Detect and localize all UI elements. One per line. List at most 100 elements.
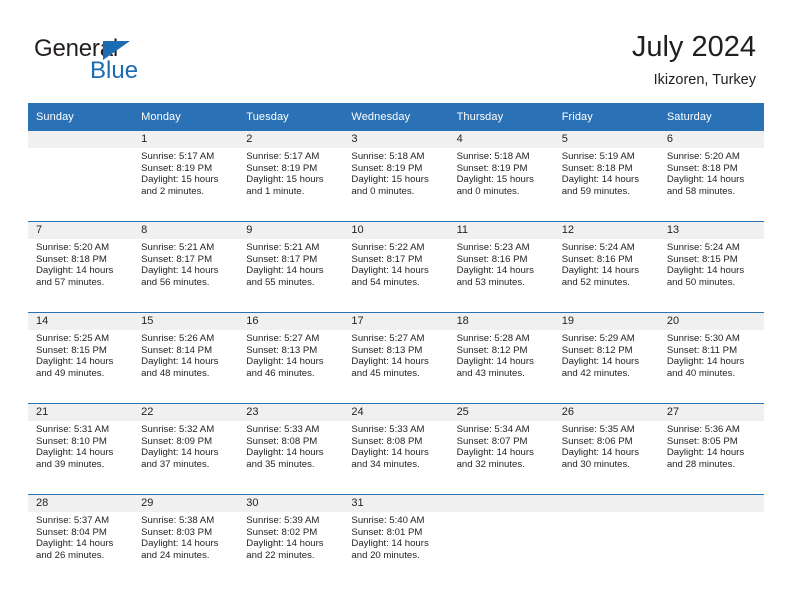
day-number: 24 — [343, 404, 449, 421]
sunrise-text: Sunrise: 5:31 AM — [36, 424, 110, 435]
day-cell[interactable] — [448, 494, 554, 585]
sunset-text: Sunset: 8:03 PM — [141, 526, 213, 538]
sunrise-text: Sunrise: 5:27 AM — [351, 333, 425, 344]
sunrise-text: Sunrise: 5:22 AM — [351, 242, 425, 253]
sunset-text: Sunset: 8:11 PM — [666, 344, 738, 356]
daylight-text-line1: Daylight: 14 hours — [351, 538, 429, 550]
sunset-text: Sunset: 8:16 PM — [456, 253, 528, 265]
day-cell[interactable]: 26 Sunrise: 5:35 AM Sunset: 8:06 PM Dayligh… — [553, 403, 659, 495]
sunset-text: Sunset: 8:12 PM — [561, 344, 633, 356]
day-cell[interactable]: 1 Sunrise: 5:17 AM Sunset: 8:19 PM Daylight… — [133, 131, 239, 222]
day-cell[interactable]: 5 Sunrise: 5:19 AM Sunset: 8:18 PM Daylight… — [553, 131, 659, 222]
week-row: 28 Sunrise: 5:37 AM Sunset: 8:04 PM Dayligh… — [28, 494, 764, 585]
daylight-text-line1: Daylight: 14 hours — [141, 447, 219, 459]
day-number: 16 — [238, 313, 344, 330]
day-cell[interactable]: 19 Sunrise: 5:29 AM Sunset: 8:12 PM Dayligh… — [553, 312, 659, 404]
week-row: 1 Sunrise: 5:17 AM Sunset: 8:19 PM Daylight… — [28, 131, 764, 222]
daylight-text-line1: Daylight: 14 hours — [666, 356, 745, 368]
weekday-header-tuesday: Tuesday — [238, 103, 344, 131]
daylight-text-line1: Daylight: 14 hours — [456, 356, 534, 368]
sunrise-text: Sunrise: 5:17 AM — [246, 151, 320, 162]
day-cell[interactable]: 11 Sunrise: 5:23 AM Sunset: 8:16 PM Dayligh… — [448, 221, 554, 313]
day-cell[interactable]: 3 Sunrise: 5:18 AM Sunset: 8:19 PM Daylight… — [343, 131, 449, 222]
day-cell[interactable]: 2 Sunrise: 5:17 AM Sunset: 8:19 PM Daylight… — [238, 131, 344, 222]
day-cell[interactable]: 9 Sunrise: 5:21 AM Sunset: 8:17 PM Daylight… — [238, 221, 344, 313]
day-cell[interactable]: 12 Sunrise: 5:24 AM Sunset: 8:16 PM Dayligh… — [553, 221, 659, 313]
day-cell[interactable] — [658, 494, 764, 585]
day-cell[interactable]: 27 Sunrise: 5:36 AM Sunset: 8:05 PM Dayligh… — [658, 403, 764, 495]
day-cell[interactable]: 18 Sunrise: 5:28 AM Sunset: 8:12 PM Dayligh… — [448, 312, 554, 404]
day-cell[interactable]: 23 Sunrise: 5:33 AM Sunset: 8:08 PM Dayligh… — [238, 403, 344, 495]
daylight-text-line2: and 54 minutes. — [351, 276, 420, 288]
day-cell[interactable] — [28, 131, 134, 222]
sunset-text: Sunset: 8:08 PM — [351, 435, 423, 447]
daylight-text-line2: and 0 minutes. — [456, 185, 520, 197]
sunset-text: Sunset: 8:19 PM — [246, 162, 318, 174]
day-cell[interactable]: 13 Sunrise: 5:24 AM Sunset: 8:15 PM Dayligh… — [658, 221, 764, 313]
day-cell[interactable]: 7 Sunrise: 5:20 AM Sunset: 8:18 PM Daylight… — [28, 221, 134, 313]
daylight-text-line1: Daylight: 14 hours — [36, 538, 114, 550]
sunrise-text: Sunrise: 5:37 AM — [36, 515, 110, 526]
day-cell[interactable]: 24 Sunrise: 5:33 AM Sunset: 8:08 PM Dayligh… — [343, 403, 449, 495]
day-cell[interactable]: 14 Sunrise: 5:25 AM Sunset: 8:15 PM Dayligh… — [28, 312, 134, 404]
daylight-text-line1: Daylight: 14 hours — [246, 538, 324, 550]
day-cell[interactable]: 10 Sunrise: 5:22 AM Sunset: 8:17 PM Dayligh… — [343, 221, 449, 313]
sunrise-text: Sunrise: 5:36 AM — [666, 424, 740, 435]
day-cell[interactable]: 15 Sunrise: 5:26 AM Sunset: 8:14 PM Dayligh… — [133, 312, 239, 404]
sunrise-sunset-calendar: Sunday Monday Tuesday Wednesday Thursday… — [28, 103, 764, 585]
day-number: 3 — [343, 131, 449, 148]
day-number: 6 — [658, 131, 764, 148]
daylight-text-line1: Daylight: 14 hours — [351, 265, 429, 277]
sunset-text: Sunset: 8:18 PM — [36, 253, 107, 265]
daylight-text-line1: Daylight: 14 hours — [351, 356, 429, 368]
daylight-text-line1: Daylight: 14 hours — [666, 265, 745, 277]
weekday-header-friday: Friday — [553, 103, 659, 131]
daylight-text-line2: and 32 minutes. — [456, 458, 525, 470]
day-cell[interactable]: 22 Sunrise: 5:32 AM Sunset: 8:09 PM Dayligh… — [133, 403, 239, 495]
day-number: 25 — [448, 404, 554, 421]
sunrise-text: Sunrise: 5:27 AM — [246, 333, 320, 344]
day-cell[interactable]: 17 Sunrise: 5:27 AM Sunset: 8:13 PM Dayligh… — [343, 312, 449, 404]
day-number — [553, 495, 659, 512]
daylight-text-line2: and 2 minutes. — [141, 185, 205, 197]
sunrise-text: Sunrise: 5:28 AM — [456, 333, 530, 344]
daylight-text-line2: and 35 minutes. — [246, 458, 315, 470]
day-cell[interactable]: 4 Sunrise: 5:18 AM Sunset: 8:19 PM Daylight… — [448, 131, 554, 222]
day-cell[interactable]: 31 Sunrise: 5:40 AM Sunset: 8:01 PM Dayligh… — [343, 494, 449, 585]
day-cell[interactable]: 30 Sunrise: 5:39 AM Sunset: 8:02 PM Dayligh… — [238, 494, 344, 585]
day-number: 7 — [28, 222, 134, 239]
day-number: 11 — [448, 222, 554, 239]
week-row: 21 Sunrise: 5:31 AM Sunset: 8:10 PM Dayligh… — [28, 403, 764, 495]
sunset-text: Sunset: 8:07 PM — [456, 435, 528, 447]
day-cell[interactable]: 28 Sunrise: 5:37 AM Sunset: 8:04 PM Dayligh… — [28, 494, 134, 585]
daylight-text-line1: Daylight: 14 hours — [666, 174, 745, 186]
sunset-text: Sunset: 8:15 PM — [36, 344, 107, 356]
daylight-text-line1: Daylight: 14 hours — [36, 356, 114, 368]
day-number: 8 — [133, 222, 239, 239]
sunrise-text: Sunrise: 5:20 AM — [36, 242, 110, 253]
daylight-text-line1: Daylight: 14 hours — [456, 265, 534, 277]
daylight-text-line1: Daylight: 15 hours — [456, 174, 534, 186]
day-number: 30 — [238, 495, 344, 512]
sunrise-text: Sunrise: 5:20 AM — [666, 151, 740, 162]
day-cell[interactable]: 25 Sunrise: 5:34 AM Sunset: 8:07 PM Dayligh… — [448, 403, 554, 495]
sunset-text: Sunset: 8:17 PM — [351, 253, 423, 265]
day-cell[interactable]: 16 Sunrise: 5:27 AM Sunset: 8:13 PM Dayligh… — [238, 312, 344, 404]
day-cell[interactable] — [553, 494, 659, 585]
day-cell[interactable]: 6 Sunrise: 5:20 AM Sunset: 8:18 PM Daylight… — [658, 131, 764, 222]
day-number — [658, 495, 764, 512]
sunset-text: Sunset: 8:18 PM — [666, 162, 738, 174]
day-cell[interactable]: 21 Sunrise: 5:31 AM Sunset: 8:10 PM Dayligh… — [28, 403, 134, 495]
daylight-text-line2: and 52 minutes. — [561, 276, 630, 288]
sunset-text: Sunset: 8:19 PM — [351, 162, 423, 174]
page-title: July 2024 — [631, 31, 756, 63]
weekday-header-monday: Monday — [133, 103, 239, 131]
day-cell[interactable]: 20 Sunrise: 5:30 AM Sunset: 8:11 PM Dayligh… — [658, 312, 764, 404]
day-number: 28 — [28, 495, 134, 512]
weekday-header-sunday: Sunday — [28, 103, 134, 131]
day-cell[interactable]: 29 Sunrise: 5:38 AM Sunset: 8:03 PM Dayligh… — [133, 494, 239, 585]
daylight-text-line1: Daylight: 14 hours — [456, 447, 534, 459]
day-number: 12 — [553, 222, 659, 239]
day-cell[interactable]: 8 Sunrise: 5:21 AM Sunset: 8:17 PM Daylight… — [133, 221, 239, 313]
daylight-text-line2: and 58 minutes. — [666, 185, 736, 197]
